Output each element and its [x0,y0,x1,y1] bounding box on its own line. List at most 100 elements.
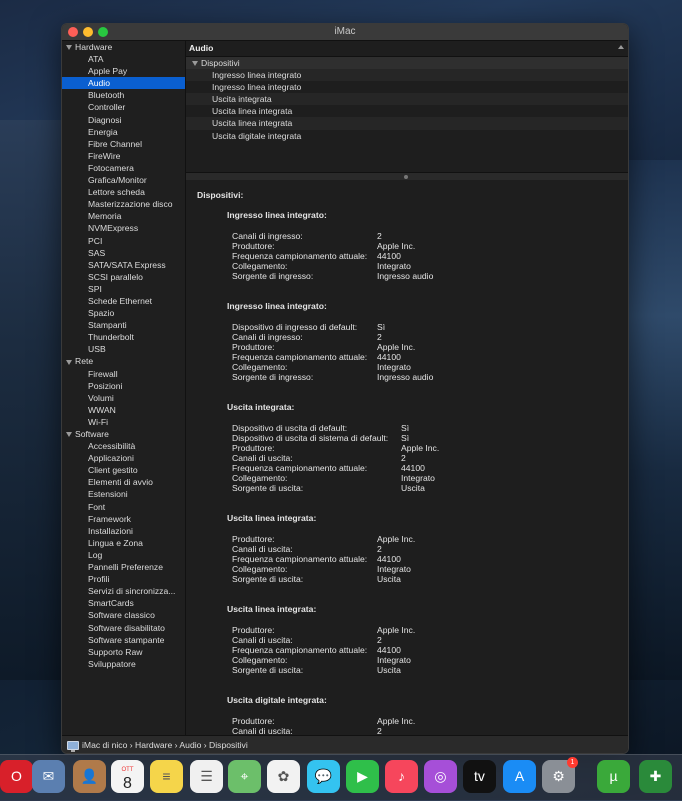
sidebar-item[interactable]: Controller [62,101,185,113]
opera-icon[interactable]: O [0,760,33,793]
sidebar-group-software[interactable]: Software [62,428,185,440]
mail-stamp-icon[interactable]: ✉ [32,760,65,793]
sidebar-item[interactable]: FireWire [62,150,185,162]
system-preferences-icon[interactable]: ⚙ 1 [542,757,578,793]
tree-row[interactable]: Ingresso linea integrato [186,81,628,93]
disclosure-triangle-icon[interactable] [66,45,72,51]
sidebar-item[interactable]: Diagnosi [62,114,185,126]
sidebar-item[interactable]: Energia [62,126,185,138]
title-bar[interactable]: iMac [62,24,628,41]
sidebar-item[interactable]: Pannelli Preferenze [62,561,185,573]
breadcrumb[interactable]: iMac di nico › Hardware › Audio › Dispos… [82,736,248,753]
sidebar-group-rete[interactable]: Rete [62,355,185,367]
dock-glyph: OTT 8 [111,760,144,793]
disclosure-triangle-icon[interactable] [66,359,72,365]
sidebar-item[interactable]: Bluetooth [62,89,185,101]
photos-icon[interactable]: ✿ [267,760,300,793]
sidebar-item[interactable]: Grafica/Monitor [62,174,185,186]
podcasts-icon[interactable]: ◎ [424,760,457,793]
sidebar-item[interactable]: Profili [62,573,185,585]
sidebar-item[interactable]: Font [62,501,185,513]
music-icon[interactable]: ♪ [385,760,418,793]
detail-value: Sì [377,322,386,332]
detail-value: 44100 [377,352,401,362]
sidebar-item[interactable]: SPI [62,283,185,295]
sidebar-item[interactable]: Software stampante [62,634,185,646]
tree-row[interactable]: Uscita digitale integrata [186,130,628,142]
sidebar-item[interactable]: Schede Ethernet [62,295,185,307]
tree-row[interactable]: Uscita linea integrata [186,105,628,117]
detail-key: Produttore: [232,716,275,726]
sidebar-item[interactable]: SAS [62,247,185,259]
sidebar-item[interactable]: Lingua e Zona [62,537,185,549]
sidebar-item[interactable]: Memoria [62,210,185,222]
detail-section-title: Uscita digitale integrata: [227,695,327,705]
maps-icon[interactable]: ⌖ [228,760,261,793]
content-header-label: Audio [189,43,214,53]
sidebar-item[interactable]: Log [62,549,185,561]
sidebar-item[interactable]: Software classico [62,609,185,621]
detail-value: Integrato [377,362,411,372]
app-store-icon[interactable]: A [503,760,536,793]
tree-row[interactable]: Ingresso linea integrato [186,69,628,82]
sidebar-item[interactable]: Stampanti [62,319,185,331]
reminders-icon[interactable]: ☰ [190,760,223,793]
sidebar-item[interactable]: Estensioni [62,488,185,500]
utorrent-icon[interactable]: µ [597,760,630,793]
sidebar-item[interactable]: Apple Pay [62,65,185,77]
sidebar-item[interactable]: Client gestito [62,464,185,476]
contacts-icon[interactable]: 👤 [73,760,106,793]
facetime-icon[interactable]: ▶ [346,760,379,793]
sidebar-item[interactable]: Masterizzazione disco [62,198,185,210]
sidebar-item[interactable]: Software disabilitato [62,622,185,634]
sidebar-item[interactable]: Applicazioni [62,452,185,464]
sidebar-item[interactable]: Spazio [62,307,185,319]
sort-up-icon[interactable] [618,45,624,49]
detail-key: Produttore: [232,625,275,635]
detail-key: Collegamento: [232,473,288,483]
sidebar-item[interactable]: Servizi di sincronizza... [62,585,185,597]
sidebar-group-hardware[interactable]: Hardware [62,41,185,53]
sidebar-item[interactable]: Firewall [62,368,185,380]
disclosure-triangle-icon[interactable] [192,61,198,67]
sidebar-item[interactable]: Fotocamera [62,162,185,174]
apple-tv-icon[interactable]: tv [463,760,496,793]
sidebar-item[interactable]: SmartCards [62,597,185,609]
disclosure-triangle-icon[interactable] [66,432,72,438]
sidebar-item[interactable]: Posizioni [62,380,185,392]
tree-row[interactable]: Uscita linea integrata [186,117,628,130]
notes-icon[interactable]: ≡ [150,760,183,793]
sidebar-item[interactable]: SATA/SATA Express [62,259,185,271]
malware-app-icon[interactable]: ✚ [639,760,672,793]
sidebar-item[interactable]: USB [62,343,185,355]
detail-key: Frequenza campionamento attuale: [232,352,368,362]
sidebar-item[interactable]: Lettore scheda [62,186,185,198]
sidebar-item[interactable]: WWAN [62,404,185,416]
content-header[interactable]: Audio [186,41,628,57]
sidebar-item[interactable]: Supporto Raw [62,646,185,658]
wallpaper-rock-right [626,160,682,680]
sidebar-item[interactable]: ATA [62,53,185,65]
sidebar-item[interactable]: NVMExpress [62,222,185,234]
detail-key: Canali di uscita: [232,453,293,463]
sidebar-item[interactable]: Sviluppatore [62,658,185,670]
sidebar-item[interactable]: SCSI parallelo [62,271,185,283]
wallpaper-rock-left [0,120,64,680]
detail-value: Uscita [377,574,401,584]
messages-icon[interactable]: 💬 [307,760,340,793]
sidebar-item[interactable]: Audio [62,77,185,90]
sidebar-item[interactable]: Installazioni [62,525,185,537]
sidebar-item[interactable]: Thunderbolt [62,331,185,343]
splitter-grip-icon[interactable] [404,175,408,179]
sidebar-item[interactable]: Volumi [62,392,185,404]
detail-value: Integrato [377,655,411,665]
sidebar-item[interactable]: Wi-Fi [62,416,185,428]
sidebar-item[interactable]: Framework [62,513,185,525]
calendar-icon[interactable]: OTT 8 [111,760,144,793]
sidebar-item[interactable]: Elementi di avvio [62,476,185,488]
tree-parent-row[interactable]: Dispositivi [186,57,628,70]
sidebar-item[interactable]: Accessibilità [62,440,185,452]
tree-row[interactable]: Uscita integrata [186,93,628,106]
sidebar-item[interactable]: Fibre Channel [62,138,185,150]
sidebar-item[interactable]: PCI [62,235,185,247]
